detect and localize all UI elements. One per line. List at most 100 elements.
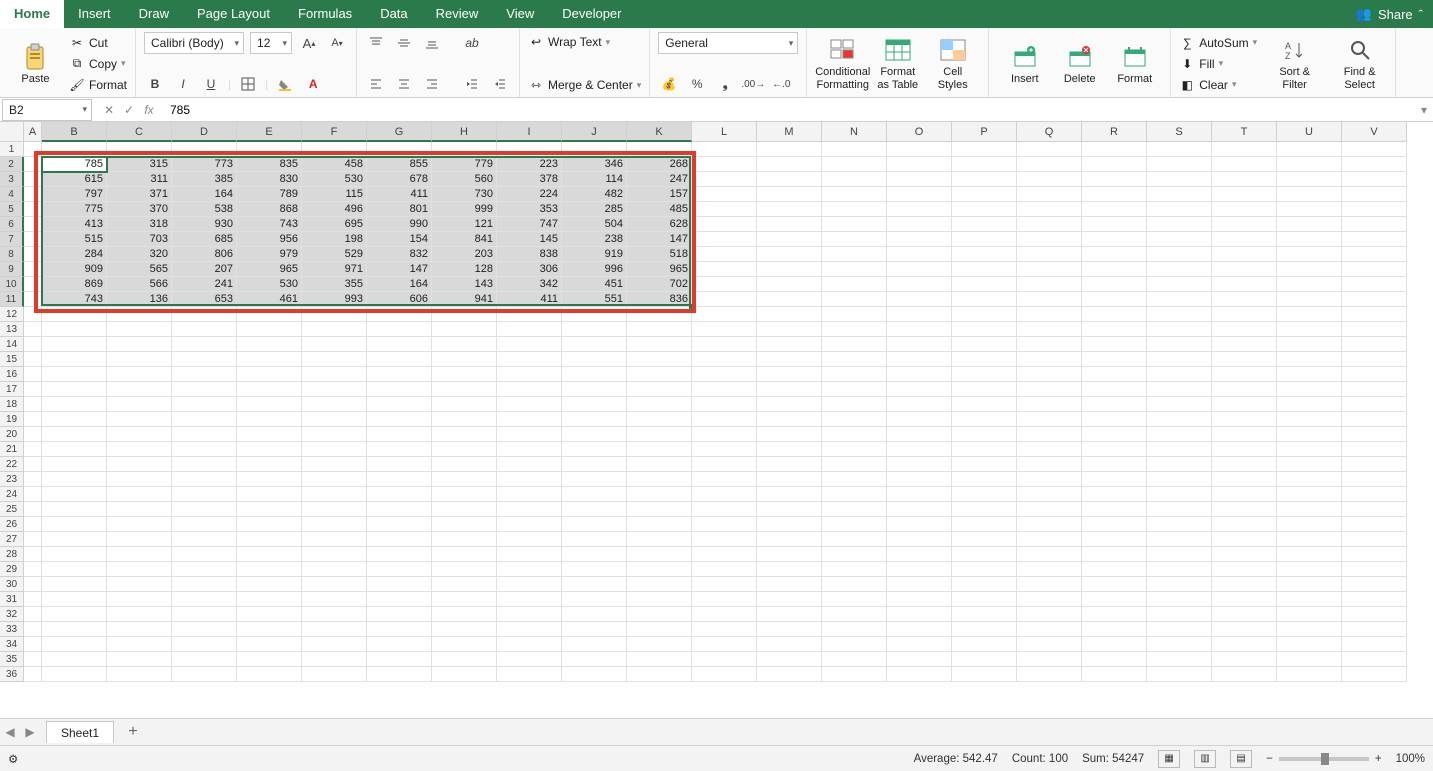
cell-S18[interactable] [1147, 397, 1212, 412]
cell-M2[interactable] [757, 157, 822, 172]
cell-K24[interactable] [627, 487, 692, 502]
cell-T34[interactable] [1212, 637, 1277, 652]
cell-A3[interactable] [24, 172, 42, 187]
cell-D2[interactable]: 773 [172, 157, 237, 172]
cell-R29[interactable] [1082, 562, 1147, 577]
cell-B36[interactable] [42, 667, 107, 682]
cell-O1[interactable] [887, 142, 952, 157]
row-header-16[interactable]: 16 [0, 367, 24, 382]
cell-F20[interactable] [302, 427, 367, 442]
cell-M22[interactable] [757, 457, 822, 472]
cell-V9[interactable] [1342, 262, 1407, 277]
cell-S34[interactable] [1147, 637, 1212, 652]
cell-D1[interactable] [172, 142, 237, 157]
cell-I33[interactable] [497, 622, 562, 637]
cell-H2[interactable]: 779 [432, 157, 497, 172]
col-header-G[interactable]: G [367, 122, 432, 142]
cell-K33[interactable] [627, 622, 692, 637]
cell-P33[interactable] [952, 622, 1017, 637]
cell-T27[interactable] [1212, 532, 1277, 547]
cell-Q1[interactable] [1017, 142, 1082, 157]
cell-M36[interactable] [757, 667, 822, 682]
cell-E33[interactable] [237, 622, 302, 637]
row-header-8[interactable]: 8 [0, 247, 24, 262]
customize-status-icon[interactable]: ⚙ [8, 752, 18, 766]
cell-J22[interactable] [562, 457, 627, 472]
cell-B12[interactable] [42, 307, 107, 322]
cell-C17[interactable] [107, 382, 172, 397]
cell-B15[interactable] [42, 352, 107, 367]
cell-B10[interactable]: 869 [42, 277, 107, 292]
cell-L20[interactable] [692, 427, 757, 442]
cell-T1[interactable] [1212, 142, 1277, 157]
cell-S12[interactable] [1147, 307, 1212, 322]
cell-B13[interactable] [42, 322, 107, 337]
cell-N9[interactable] [822, 262, 887, 277]
ribbon-tab-data[interactable]: Data [366, 0, 421, 28]
cell-V10[interactable] [1342, 277, 1407, 292]
ribbon-tab-draw[interactable]: Draw [125, 0, 183, 28]
cell-L23[interactable] [692, 472, 757, 487]
cell-F1[interactable] [302, 142, 367, 157]
cell-C23[interactable] [107, 472, 172, 487]
cell-V14[interactable] [1342, 337, 1407, 352]
cell-U16[interactable] [1277, 367, 1342, 382]
row-header-30[interactable]: 30 [0, 577, 24, 592]
insert-cells-button[interactable]: Insert [997, 32, 1052, 95]
cell-U36[interactable] [1277, 667, 1342, 682]
cell-L29[interactable] [692, 562, 757, 577]
cell-J17[interactable] [562, 382, 627, 397]
cell-N1[interactable] [822, 142, 887, 157]
cell-P10[interactable] [952, 277, 1017, 292]
cell-V16[interactable] [1342, 367, 1407, 382]
cell-C30[interactable] [107, 577, 172, 592]
cell-M12[interactable] [757, 307, 822, 322]
cell-B16[interactable] [42, 367, 107, 382]
cell-styles-button[interactable]: Cell Styles [925, 32, 980, 95]
cell-L36[interactable] [692, 667, 757, 682]
cell-M8[interactable] [757, 247, 822, 262]
cell-D34[interactable] [172, 637, 237, 652]
cell-A2[interactable] [24, 157, 42, 172]
cell-T28[interactable] [1212, 547, 1277, 562]
cell-B21[interactable] [42, 442, 107, 457]
cell-N3[interactable] [822, 172, 887, 187]
cell-B23[interactable] [42, 472, 107, 487]
cell-C5[interactable]: 370 [107, 202, 172, 217]
cell-N2[interactable] [822, 157, 887, 172]
cell-O4[interactable] [887, 187, 952, 202]
cell-O15[interactable] [887, 352, 952, 367]
row-header-25[interactable]: 25 [0, 502, 24, 517]
row-header-12[interactable]: 12 [0, 307, 24, 322]
cell-L31[interactable] [692, 592, 757, 607]
cell-I25[interactable] [497, 502, 562, 517]
cell-D6[interactable]: 930 [172, 217, 237, 232]
cell-J6[interactable]: 504 [562, 217, 627, 232]
row-header-28[interactable]: 28 [0, 547, 24, 562]
cell-S15[interactable] [1147, 352, 1212, 367]
cell-O26[interactable] [887, 517, 952, 532]
cell-M16[interactable] [757, 367, 822, 382]
cell-D10[interactable]: 241 [172, 277, 237, 292]
cell-V36[interactable] [1342, 667, 1407, 682]
view-normal-button[interactable]: ▦ [1158, 750, 1180, 768]
cell-B29[interactable] [42, 562, 107, 577]
col-header-P[interactable]: P [952, 122, 1017, 142]
delete-cells-button[interactable]: Delete [1052, 32, 1107, 95]
cell-J27[interactable] [562, 532, 627, 547]
cell-P32[interactable] [952, 607, 1017, 622]
cell-L6[interactable] [692, 217, 757, 232]
cell-N12[interactable] [822, 307, 887, 322]
align-bottom-button[interactable] [421, 32, 443, 54]
cell-D13[interactable] [172, 322, 237, 337]
cell-O22[interactable] [887, 457, 952, 472]
cell-O17[interactable] [887, 382, 952, 397]
col-header-C[interactable]: C [107, 122, 172, 142]
wrap-text-button[interactable]: ↩Wrap Text▾ [528, 32, 641, 52]
cell-G27[interactable] [367, 532, 432, 547]
cell-P24[interactable] [952, 487, 1017, 502]
cell-I4[interactable]: 224 [497, 187, 562, 202]
cell-C35[interactable] [107, 652, 172, 667]
cell-Q10[interactable] [1017, 277, 1082, 292]
cell-D16[interactable] [172, 367, 237, 382]
